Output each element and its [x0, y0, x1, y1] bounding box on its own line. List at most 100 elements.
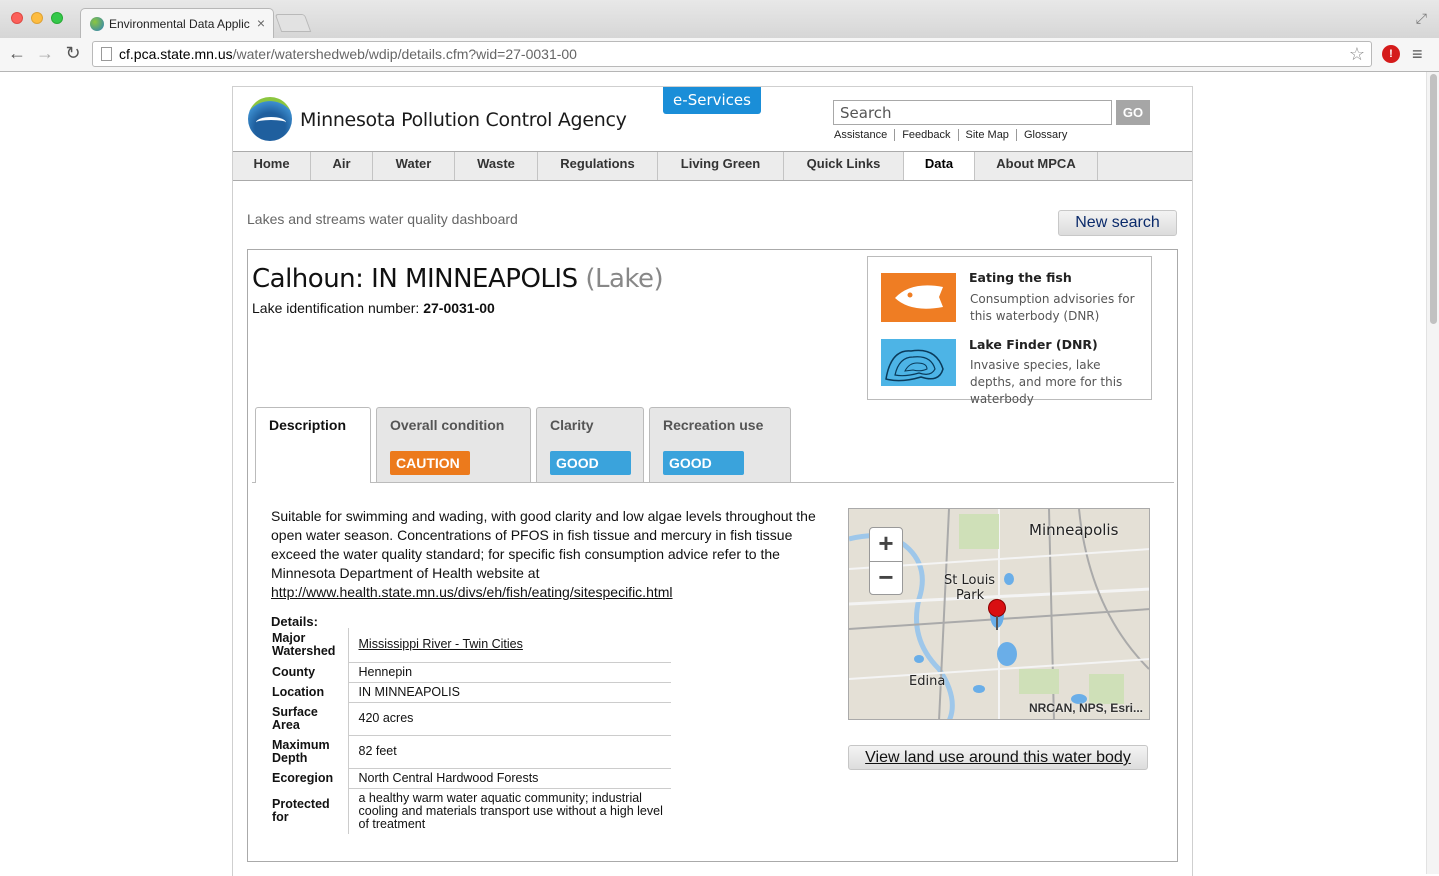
detail-value: Hennepin — [348, 662, 671, 683]
tab-clarity[interactable]: Clarity GOOD — [536, 407, 644, 482]
lake-name: Calhoun: IN MINNEAPOLIS — [252, 264, 578, 294]
status-badge-good: GOOD — [663, 451, 744, 475]
globe-icon — [90, 17, 104, 31]
tab-description[interactable]: Description — [255, 407, 371, 483]
url-host: cf.pca.state.mn.us — [119, 46, 233, 62]
detail-key: Ecoregion — [271, 768, 349, 788]
page-subtitle: Lakes and streams water quality dashboar… — [247, 211, 518, 227]
utility-links: Assistance Feedback Site Map Glossary — [834, 129, 1074, 141]
mpca-logo[interactable] — [248, 97, 292, 141]
bookmark-star-icon[interactable]: ☆ — [1349, 44, 1365, 65]
table-row: County Hennepin — [271, 662, 671, 683]
table-row: Major Watershed Mississippi River - Twin… — [271, 628, 671, 663]
description-text: Suitable for swimming and wading, with g… — [271, 508, 816, 581]
detail-value: Mississippi River - Twin Cities — [348, 628, 671, 663]
lake-panel: Calhoun: IN MINNEAPOLIS (Lake) Lake iden… — [247, 249, 1178, 862]
nav-item-living-green[interactable]: Living Green — [658, 152, 784, 180]
address-bar[interactable]: cf.pca.state.mn.us/water/watershedweb/wd… — [92, 41, 1372, 67]
status-badge-good: GOOD — [550, 451, 631, 475]
page-icon — [101, 47, 112, 61]
map-zoom-control: + − — [869, 527, 903, 595]
nav-item-home[interactable]: Home — [233, 152, 311, 180]
nav-item-water[interactable]: Water — [373, 152, 455, 180]
condition-tabs: Description Overall condition CAUTION Cl… — [252, 407, 1174, 483]
table-row: Surface Area 420 acres — [271, 702, 671, 736]
tab-recreation-use-label: Recreation use — [663, 417, 764, 433]
fullscreen-icon[interactable]: ⤢ — [1416, 10, 1427, 27]
agency-name[interactable]: Minnesota Pollution Control Agency — [300, 109, 627, 131]
detail-key: Maximum Depth — [271, 735, 349, 768]
lake-type: (Lake) — [585, 264, 664, 294]
lake-contour-icon[interactable] — [881, 339, 956, 386]
scrollbar-thumb[interactable] — [1430, 74, 1437, 324]
detail-key: Surface Area — [271, 702, 349, 735]
page-scrollbar[interactable] — [1426, 72, 1439, 874]
map-label-minneapolis: Minneapolis — [1029, 521, 1119, 539]
map-label-edina: Edina — [909, 674, 946, 689]
eservices-button[interactable]: e-Services — [663, 87, 761, 114]
eating-fish-desc: Consumption advisories for this waterbod… — [970, 292, 1135, 323]
new-search-button[interactable]: New search — [1058, 210, 1177, 236]
tab-title: Environmental Data Applic — [109, 17, 250, 31]
detail-key: Protected for — [271, 788, 349, 834]
health-website-link[interactable]: http://www.health.state.mn.us/divs/eh/fi… — [271, 584, 673, 600]
details-heading: Details: — [271, 614, 318, 629]
view-land-use-button[interactable]: View land use around this water body — [848, 745, 1148, 770]
nav-item-waste[interactable]: Waste — [455, 152, 538, 180]
eating-fish-title[interactable]: Eating the fish — [969, 270, 1072, 285]
fish-icon[interactable] — [881, 273, 956, 322]
table-row: Location IN MINNEAPOLIS — [271, 682, 671, 703]
table-row: Protected for a healthy warm water aquat… — [271, 788, 671, 834]
lake-finder-desc: Invasive species, lake depths, and more … — [970, 358, 1123, 406]
detail-value: a healthy warm water aquatic community; … — [358, 790, 663, 831]
lake-map[interactable]: + − Minneapolis St Louis Park Edina NRCA… — [848, 508, 1150, 720]
tab-overall-condition[interactable]: Overall condition CAUTION — [376, 407, 531, 482]
status-badge-caution: CAUTION — [390, 451, 470, 475]
util-link-assistance[interactable]: Assistance — [834, 129, 894, 141]
extension-icon[interactable]: ! — [1382, 45, 1400, 63]
lake-finder-title[interactable]: Lake Finder (DNR) — [969, 337, 1098, 352]
map-attribution: NRCAN, NPS, Esri... — [1028, 701, 1143, 715]
search-input[interactable]: Search — [833, 100, 1112, 125]
page-container: Minnesota Pollution Control Agency e-Ser… — [232, 86, 1193, 876]
close-window-button[interactable] — [11, 12, 23, 24]
util-link-glossary[interactable]: Glossary — [1015, 129, 1074, 141]
browser-tab[interactable]: Environmental Data Applic × — [80, 8, 274, 38]
detail-value: North Central Hardwood Forests — [348, 768, 671, 789]
util-link-sitemap[interactable]: Site Map — [957, 129, 1016, 141]
tab-overall-condition-label: Overall condition — [390, 417, 505, 433]
detail-key: County — [271, 662, 349, 682]
reload-icon[interactable]: ↻ — [62, 43, 84, 64]
new-tab-button[interactable] — [274, 14, 312, 32]
nav-item-regulations[interactable]: Regulations — [538, 152, 658, 180]
close-tab-icon[interactable]: × — [257, 15, 265, 31]
lake-id: Lake identification number: 27-0031-00 — [252, 300, 495, 316]
detail-key: Location — [271, 682, 349, 702]
zoom-out-button[interactable]: − — [870, 562, 902, 596]
url-path: /water/watershedweb/wdip/details.cfm?wid… — [232, 46, 577, 62]
location-pin-icon[interactable] — [988, 599, 1006, 630]
nav-item-quick-links[interactable]: Quick Links — [784, 152, 904, 180]
go-button[interactable]: GO — [1116, 100, 1150, 125]
menu-icon[interactable]: ≡ — [1412, 44, 1423, 65]
related-links-box: Eating the fish Consumption advisories f… — [867, 256, 1152, 406]
forward-icon[interactable]: → — [34, 43, 56, 64]
minimize-window-button[interactable] — [31, 12, 43, 24]
watershed-link[interactable]: Mississippi River - Twin Cities — [359, 637, 523, 651]
table-row: Maximum Depth 82 feet — [271, 735, 671, 769]
lake-id-value: 27-0031-00 — [423, 300, 495, 316]
nav-item-data[interactable]: Data — [904, 152, 975, 180]
map-label-st-louis: St Louis — [944, 573, 996, 588]
table-row: Ecoregion North Central Hardwood Forests — [271, 768, 671, 789]
zoom-window-button[interactable] — [51, 12, 63, 24]
tab-clarity-label: Clarity — [550, 417, 594, 433]
lake-title: Calhoun: IN MINNEAPOLIS (Lake) — [252, 264, 664, 294]
zoom-in-button[interactable]: + — [870, 528, 902, 562]
detail-key: Major Watershed — [271, 628, 349, 662]
detail-value: 82 feet — [348, 735, 671, 769]
back-icon[interactable]: ← — [6, 43, 28, 64]
nav-item-air[interactable]: Air — [311, 152, 373, 180]
nav-item-about[interactable]: About MPCA — [975, 152, 1098, 180]
util-link-feedback[interactable]: Feedback — [894, 129, 957, 141]
tab-recreation-use[interactable]: Recreation use GOOD — [649, 407, 791, 482]
